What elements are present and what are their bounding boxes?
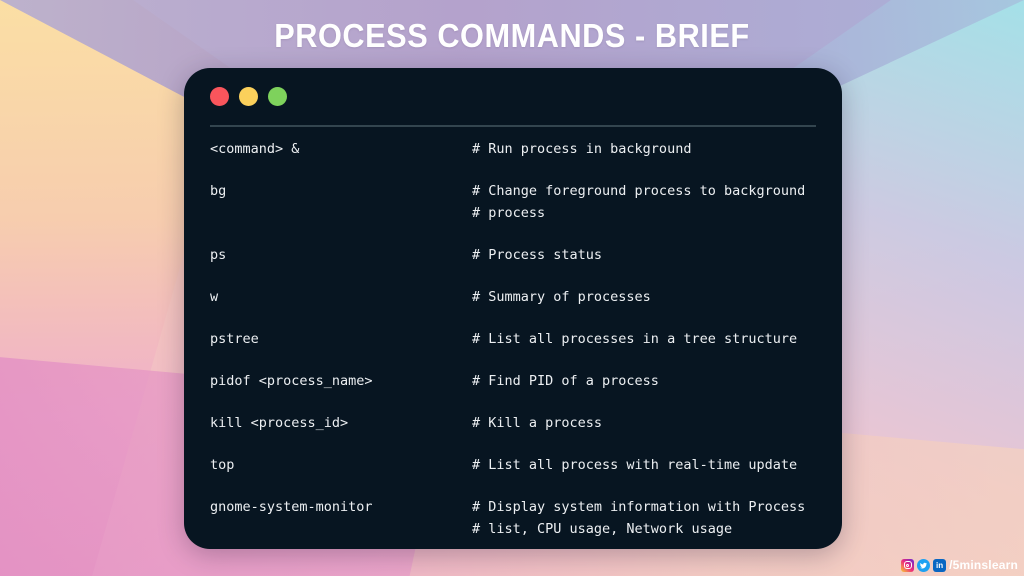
command-description: # Run process in background	[472, 138, 842, 160]
command-text: w	[210, 289, 219, 305]
description-line: # process	[472, 205, 546, 221]
command-row: w # Summary of processes	[184, 286, 842, 308]
command-description: # Change foreground process to backgroun…	[472, 180, 842, 224]
command-text: pidof <process_name>	[210, 373, 373, 389]
description-line: # Run process in background	[472, 141, 692, 157]
command-description: # Process status	[472, 244, 842, 266]
command-row: gnome-system-monitor # Display system inf…	[184, 496, 842, 540]
linkedin-icon[interactable]: in	[933, 558, 947, 572]
description-line: # List all processes in a tree structure	[472, 331, 798, 347]
command-list: <command> & # Run process in background bg…	[184, 138, 842, 549]
command-description: # Kill a process	[472, 412, 842, 434]
command-text: ps	[210, 247, 227, 263]
terminal-window: <command> & # Run process in background bg…	[184, 68, 842, 549]
description-line: # Find PID of a process	[472, 373, 659, 389]
twitter-icon[interactable]	[917, 558, 931, 572]
command-text: <command> &	[210, 141, 300, 157]
command-row: bg # Change foreground process to backgro…	[184, 180, 842, 224]
description-line: # Summary of processes	[472, 289, 651, 305]
command-row: pstree # List all processes in a tree str…	[184, 328, 842, 350]
description-line: # Change foreground process to backgroun…	[472, 183, 806, 199]
watermark: in /5minslearn	[895, 556, 1024, 574]
description-line: # Kill a process	[472, 415, 603, 431]
command-description: # List all processes in a tree structure	[472, 328, 842, 350]
description-line: # Process status	[472, 247, 603, 263]
close-button-icon[interactable]	[210, 87, 229, 106]
command-description: # Find PID of a process	[472, 370, 842, 392]
command-description: # Display system information with Proces…	[472, 496, 842, 540]
command-row: kill <process_id> # Kill a process	[184, 412, 842, 434]
slide-canvas: PROCESS COMMANDS - BRIEF <command> & # Ru…	[0, 0, 1024, 576]
command-text: bg	[210, 183, 227, 199]
command-text: gnome-system-monitor	[210, 499, 373, 515]
terminal-titlebar	[184, 68, 842, 125]
watermark-handle: /5minslearn	[949, 558, 1018, 572]
minimize-button-icon[interactable]	[239, 87, 258, 106]
maximize-button-icon[interactable]	[268, 87, 287, 106]
command-row: pidof <process_name> # Find PID of a proc…	[184, 370, 842, 392]
linkedin-label: in	[936, 560, 944, 570]
command-row: ps # Process status	[184, 244, 842, 266]
command-text: top	[210, 457, 235, 473]
command-description: # List all process with real-time update	[472, 454, 842, 476]
description-line: # list, CPU usage, Network usage	[472, 521, 733, 537]
instagram-icon[interactable]	[901, 558, 915, 572]
command-row: <command> & # Run process in background	[184, 138, 842, 160]
command-text: kill <process_id>	[210, 415, 349, 431]
command-text: pstree	[210, 331, 259, 347]
command-description: # Summary of processes	[472, 286, 842, 308]
description-line: # Display system information with Proces…	[472, 499, 806, 515]
page-title: PROCESS COMMANDS - BRIEF	[274, 17, 750, 54]
description-line: # List all process with real-time update	[472, 457, 798, 473]
titlebar-divider	[210, 125, 816, 127]
command-row: top # List all process with real-time upd…	[184, 454, 842, 476]
